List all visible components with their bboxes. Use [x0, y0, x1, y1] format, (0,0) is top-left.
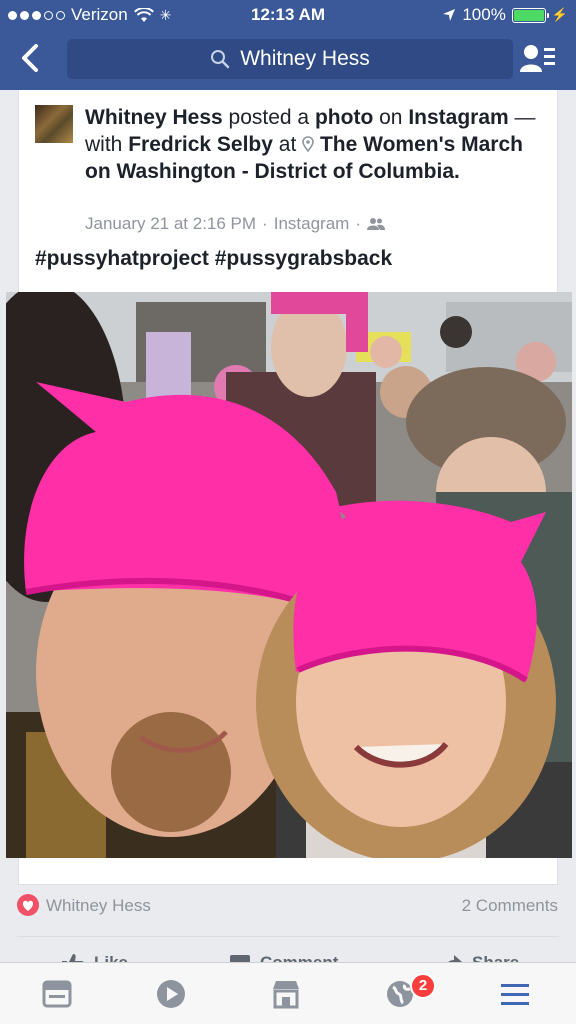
tab-bar — [0, 962, 576, 1024]
location-pin-icon — [302, 136, 314, 153]
headline-text: at — [278, 133, 297, 156]
search-query: Whitney Hess — [240, 47, 370, 70]
battery-percent: 100% — [462, 5, 506, 24]
menu-icon — [501, 984, 529, 1005]
friend-list-icon — [520, 45, 555, 72]
marketplace-icon — [273, 981, 299, 1009]
reactions-row: Whitney Hess 2 Comments — [0, 888, 576, 928]
search-icon — [211, 50, 230, 69]
story-headline: Whitney Hess posted a photo on Instagram… — [85, 104, 545, 185]
story-card: Whitney Hess posted a photo on Instagram… — [6, 90, 572, 885]
battery-icon — [511, 7, 549, 23]
search-input[interactable]: Whitney Hess — [67, 39, 513, 79]
news-feed-icon — [42, 980, 72, 1008]
tab-marketplace[interactable] — [269, 977, 303, 1011]
top-bar: Verizon ✳ 12:13 AM 100% ⚡ Whitney Hess — [0, 0, 576, 90]
post-hashtags[interactable]: #pussyhatproject #pussygrabsback — [35, 247, 392, 271]
headline-text: posted a — [228, 106, 310, 129]
charging-icon: ⚡ — [551, 7, 568, 22]
divider — [17, 936, 559, 937]
reaction-summary[interactable]: Whitney Hess — [46, 896, 151, 916]
friend-list-button[interactable] — [520, 42, 556, 76]
tab-menu[interactable] — [498, 977, 532, 1011]
tab-news-feed[interactable] — [40, 977, 74, 1011]
photo-link[interactable]: photo — [315, 106, 373, 129]
location-arrow-icon — [443, 9, 456, 21]
separator-dot: · — [262, 214, 268, 233]
timestamp[interactable]: January 21 at 2:16 PM — [85, 214, 256, 234]
video-icon — [157, 980, 185, 1008]
back-button[interactable] — [18, 40, 54, 76]
separator-dot: · — [355, 214, 361, 233]
via-app: Instagram — [273, 214, 350, 233]
photo-illustration — [6, 292, 572, 858]
notifications-badge: 2 — [410, 973, 436, 999]
avatar[interactable] — [35, 105, 73, 143]
source-link[interactable]: Instagram — [408, 106, 508, 129]
tab-video[interactable] — [154, 977, 188, 1011]
back-chevron-icon — [22, 44, 38, 72]
post-photo[interactable] — [6, 292, 572, 858]
story-meta: January 21 at 2:16 PM · Instagram · — [85, 214, 385, 234]
friends-icon[interactable] — [366, 217, 385, 231]
tagged-person-link[interactable]: Fredrick Selby — [128, 133, 273, 156]
headline-text: on — [379, 106, 403, 129]
status-bar: Verizon ✳ 12:13 AM 100% ⚡ — [0, 0, 576, 30]
author-link[interactable]: Whitney Hess — [85, 106, 223, 129]
comments-count[interactable]: 2 Comments — [462, 896, 558, 916]
love-reaction-icon[interactable] — [17, 894, 39, 916]
